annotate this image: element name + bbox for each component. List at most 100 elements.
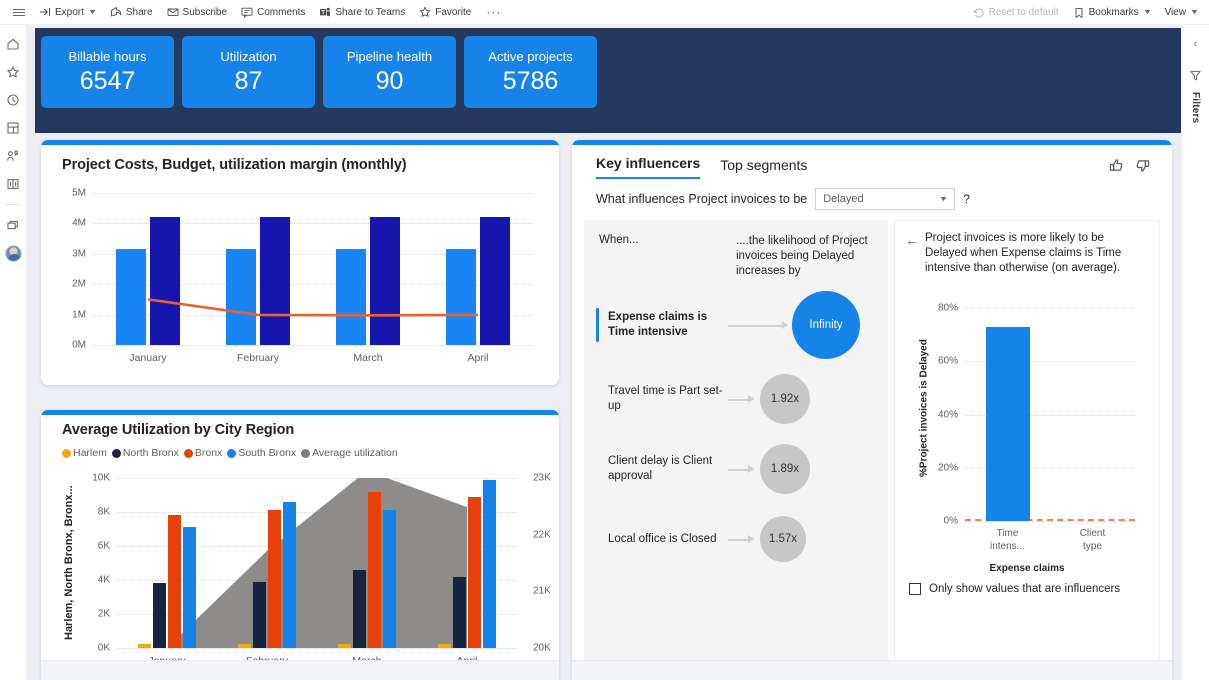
kpi-card-billable-hours[interactable]: Billable hours 6547 — [41, 36, 174, 108]
detail-x-axis-title: Expense claims — [989, 563, 1065, 574]
thumbs-up-icon[interactable] — [1109, 158, 1124, 178]
nav-favorites[interactable] — [1, 59, 25, 85]
legend-swatch — [301, 448, 311, 458]
y-axis-tick: 0M — [72, 339, 86, 351]
legend-item[interactable]: North Bronx — [111, 447, 179, 459]
x-axis-tick: Time intens... — [989, 528, 1026, 552]
legend-item[interactable]: Harlem — [62, 447, 107, 459]
y-axis-tick: 5M — [72, 187, 86, 199]
influence-bubble[interactable]: 1.89x — [760, 444, 810, 494]
filter-icon[interactable] — [1189, 69, 1202, 87]
export-icon — [39, 6, 51, 18]
report-canvas: Billable hours 6547 Utilization 87 Pipel… — [27, 25, 1181, 680]
filters-pane-label[interactable]: Filters — [1190, 92, 1201, 123]
left-navigation-rail — [0, 25, 27, 680]
influence-bubble[interactable]: 1.92x — [760, 374, 810, 424]
arrow-icon — [728, 534, 756, 544]
row-accent-bar — [596, 308, 599, 342]
hamburger-menu-icon[interactable] — [6, 8, 32, 16]
influencer-row[interactable]: Travel time is Part set-up 1.92x — [584, 362, 888, 436]
y-axis-tick: 2K — [97, 608, 110, 620]
favorite-button[interactable]: Favorite — [412, 0, 478, 25]
y-axis-tick: 4K — [97, 574, 110, 586]
legend-label: North Bronx — [122, 447, 179, 459]
influencer-row[interactable]: Local office is Closed 1.57x — [584, 502, 888, 576]
reset-to-default-button[interactable]: Reset to default — [966, 0, 1066, 25]
legend-swatch — [227, 448, 237, 458]
card-footer — [41, 660, 559, 680]
help-icon[interactable]: ? — [963, 192, 970, 206]
y-axis-title: Harlem, North Bronx, Bronx... — [63, 485, 75, 641]
bookmarks-button[interactable]: Bookmarks ▼ — [1066, 0, 1158, 25]
chevron-down-icon: ▼ — [1142, 9, 1152, 16]
influencer-row[interactable]: Expense claims is Time intensive Infinity — [584, 288, 888, 362]
influence-bubble[interactable]: 1.57x — [760, 516, 806, 562]
nav-workspaces[interactable] — [1, 212, 25, 238]
visual-project-costs[interactable]: Project Costs, Budget, utilization margi… — [41, 140, 559, 385]
y-axis-tick: 20% — [937, 462, 958, 474]
tab-key-influencers[interactable]: Key influencers — [596, 155, 701, 179]
bar-north-bronx — [353, 569, 366, 648]
nav-shared-with-me[interactable] — [1, 143, 25, 169]
bar-budget — [370, 217, 400, 345]
plot-area: 0K2K4K6K8K10K20K21K22K23KJanuaryFebruary… — [92, 473, 551, 668]
card-accent-line — [41, 410, 559, 415]
bar-budget — [480, 217, 510, 345]
bar-bronx — [268, 510, 281, 648]
card-accent-line — [572, 140, 1172, 145]
subscribe-label: Subscribe — [182, 6, 227, 18]
nav-recent[interactable] — [1, 87, 25, 113]
row-accent-bar — [596, 382, 599, 416]
chart-legend[interactable]: Harlem North Bronx Bronx South Bronx Average… — [62, 447, 401, 459]
influencer-row[interactable]: Client delay is Client approval 1.89x — [584, 432, 888, 506]
export-button[interactable]: Export ▼ — [32, 0, 103, 25]
avatar — [4, 244, 22, 262]
question-text: What influences Project invoices to be — [596, 192, 808, 206]
nav-learn[interactable] — [1, 171, 25, 197]
more-options-button[interactable]: ··· — [478, 5, 509, 19]
y-axis-tick: 40% — [937, 409, 958, 421]
view-button[interactable]: View ▼ — [1158, 0, 1205, 25]
share-to-teams-button[interactable]: Share to Teams — [312, 0, 412, 25]
kpi-title: Pipeline health — [346, 48, 433, 64]
column-header-when: When... — [599, 234, 639, 246]
subscribe-button[interactable]: Subscribe — [160, 0, 234, 25]
export-label: Export — [55, 6, 84, 18]
kpi-title: Billable hours — [68, 48, 147, 64]
tab-top-segments[interactable]: Top segments — [720, 157, 807, 179]
checkbox-label: Only show values that are influencers — [929, 583, 1121, 595]
influence-bubble[interactable]: Infinity — [792, 291, 860, 359]
bar-bronx — [368, 491, 381, 648]
visual-key-influencers[interactable]: Key influencers Top segments What influe… — [572, 140, 1172, 680]
influencer-question: What influences Project invoices to be D… — [596, 188, 970, 210]
share-button[interactable]: Share — [103, 0, 160, 25]
bar-south-bronx — [383, 510, 396, 648]
only-influencers-checkbox-row[interactable]: Only show values that are influencers — [909, 583, 1120, 595]
thumbs-down-icon[interactable] — [1135, 158, 1150, 178]
comment-icon — [241, 6, 253, 18]
y-axis-tick: 0% — [943, 515, 958, 527]
back-arrow-icon[interactable]: ← — [905, 232, 919, 248]
influencer-label: Travel time is Part set-up — [608, 385, 723, 412]
row-accent-bar — [596, 452, 599, 486]
target-value-dropdown[interactable]: Delayed ▼ — [815, 188, 956, 210]
user-avatar[interactable] — [1, 240, 25, 266]
nav-apps[interactable] — [1, 115, 25, 141]
column-header-likelihood: ....the likelihood of Project invoices b… — [736, 235, 868, 277]
y-axis-tick: 4M — [72, 217, 86, 229]
visual-average-utilization[interactable]: Average Utilization by City Region Harle… — [41, 410, 559, 680]
kpi-card-pipeline-health[interactable]: Pipeline health 90 — [323, 36, 456, 108]
right-pane-rail: ‹ Filters — [1181, 25, 1209, 680]
kpi-card-active-projects[interactable]: Active projects 5786 — [464, 36, 597, 108]
legend-item[interactable]: South Bronx — [227, 447, 296, 459]
comments-button[interactable]: Comments — [234, 0, 312, 25]
kpi-card-utilization[interactable]: Utilization 87 — [182, 36, 315, 108]
legend-item[interactable]: Average utilization — [301, 447, 398, 459]
checkbox[interactable] — [909, 583, 921, 595]
legend-item[interactable]: Bronx — [183, 447, 223, 459]
gridline — [117, 648, 517, 649]
collapse-pane-button[interactable]: ‹ — [1194, 33, 1198, 55]
bar-north-bronx — [253, 581, 266, 648]
nav-home[interactable] — [1, 31, 25, 57]
legend-label: Bronx — [194, 447, 223, 459]
